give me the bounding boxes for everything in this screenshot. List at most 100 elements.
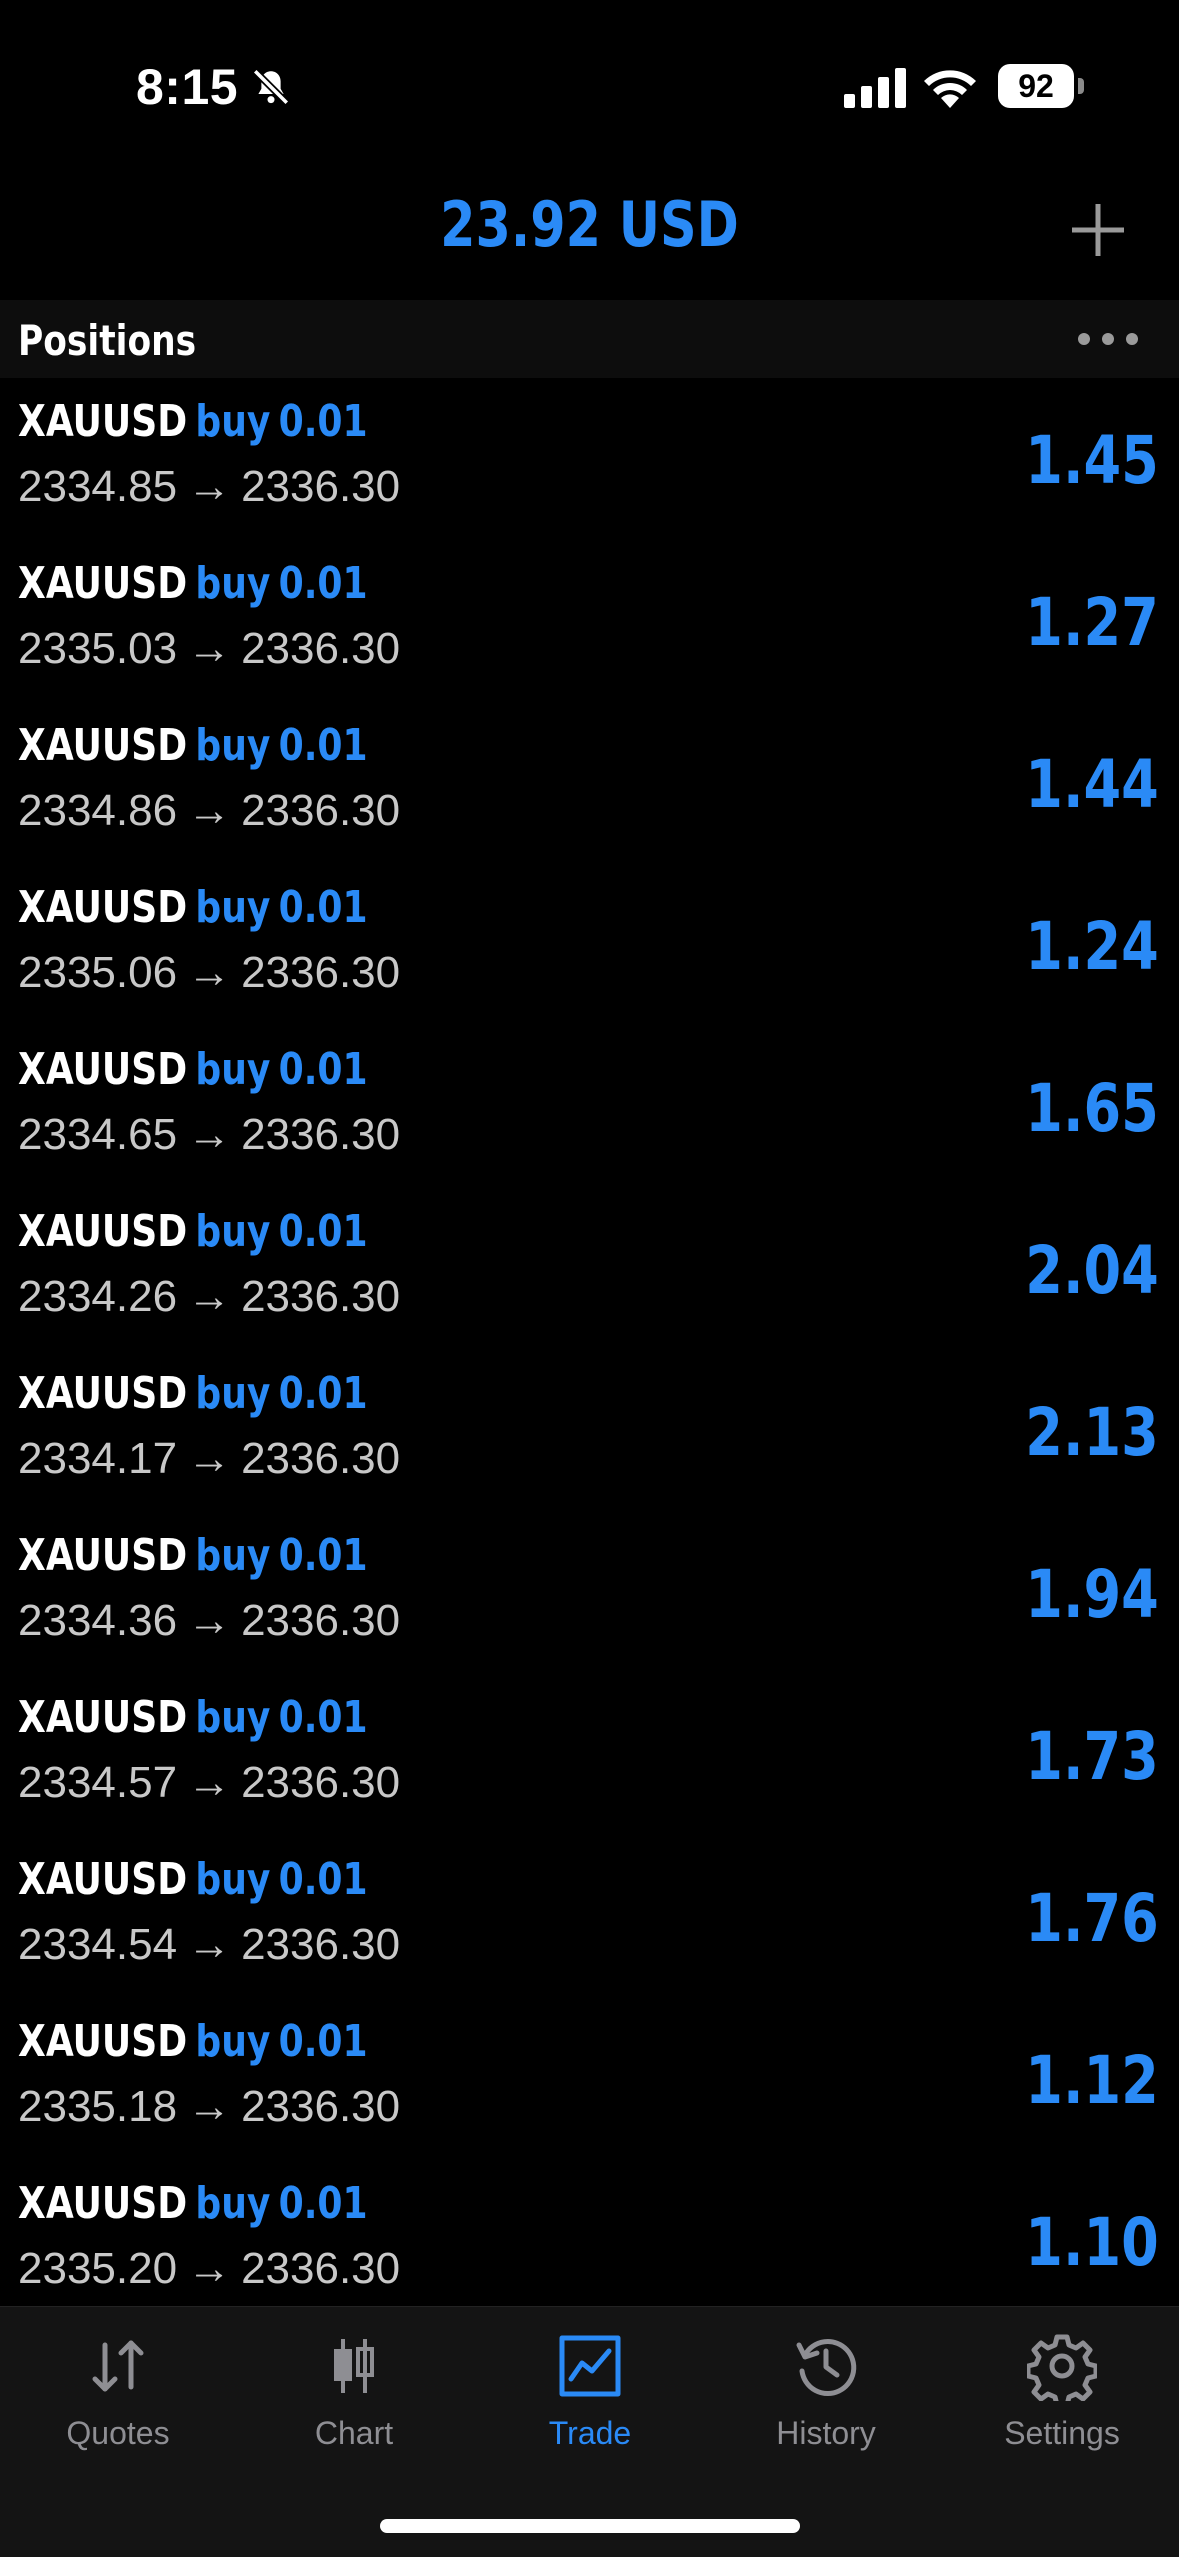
position-side: buy [195,1692,271,1743]
position-current-price: 2336.30 [241,1758,401,1807]
position-summary: XAUUSD buy 0.01 [18,2016,368,2067]
position-side: buy [195,2178,271,2229]
gear-icon [1027,2334,1097,2401]
position-side: buy [195,1530,271,1581]
tab-history[interactable]: History [708,2331,944,2481]
position-current-price: 2336.30 [241,2082,401,2131]
position-prices: 2335.06 → 2336.30 [18,948,400,998]
position-summary: XAUUSD buy 0.01 [18,1530,368,1581]
position-profit: 1.65 [1025,1070,1159,1147]
position-side: buy [195,558,271,609]
position-open-price: 2335.06 [18,948,178,997]
arrow-right-icon: → [187,2082,232,2131]
position-volume: 0.01 [278,1530,368,1581]
home-indicator[interactable] [380,2519,800,2533]
arrow-right-icon: → [187,1110,232,1159]
position-summary: XAUUSD buy 0.01 [18,558,368,609]
tab-trade[interactable]: Trade [472,2331,708,2481]
battery-indicator: 92 [998,64,1088,108]
position-row[interactable]: XAUUSD buy 0.01 2335.06 → 2336.30 1.24 [0,876,1179,1038]
position-open-price: 2334.54 [18,1920,178,1969]
position-volume: 0.01 [278,720,368,771]
position-volume: 0.01 [278,2016,368,2067]
position-profit: 1.73 [1025,1718,1159,1795]
position-symbol: XAUUSD [18,2178,188,2229]
position-row[interactable]: XAUUSD buy 0.01 2334.85 → 2336.30 1.45 [0,390,1179,552]
position-volume: 0.01 [278,1206,368,1257]
position-current-price: 2336.30 [241,948,401,997]
wifi-icon [924,70,976,108]
position-open-price: 2334.17 [18,1434,178,1483]
battery-level: 92 [998,64,1074,108]
position-open-price: 2334.57 [18,1758,178,1807]
position-current-price: 2336.30 [241,1110,401,1159]
position-profit: 1.12 [1025,2042,1159,2119]
position-volume: 0.01 [278,1854,368,1905]
tab-settings[interactable]: Settings [944,2331,1179,2481]
position-current-price: 2336.30 [241,1596,401,1645]
position-symbol: XAUUSD [18,882,188,933]
position-open-price: 2335.20 [18,2244,178,2293]
position-prices: 2334.85 → 2336.30 [18,462,400,512]
position-volume: 0.01 [278,396,368,447]
position-row[interactable]: XAUUSD buy 0.01 2334.54 → 2336.30 1.76 [0,1848,1179,2010]
tab-label: History [776,2415,876,2451]
position-volume: 0.01 [278,1368,368,1419]
position-open-price: 2334.36 [18,1596,178,1645]
position-row[interactable]: XAUUSD buy 0.01 2334.65 → 2336.30 1.65 [0,1038,1179,1200]
position-current-price: 2336.30 [241,2244,401,2293]
arrow-right-icon: → [187,786,232,835]
more-options-icon[interactable] [1076,330,1140,348]
position-row[interactable]: XAUUSD buy 0.01 2334.57 → 2336.30 1.73 [0,1686,1179,1848]
position-row[interactable]: XAUUSD buy 0.01 2334.86 → 2336.30 1.44 [0,714,1179,876]
position-current-price: 2336.30 [241,1434,401,1483]
tab-bar: Quotes Chart Trade History Settings [0,2306,1179,2557]
position-symbol: XAUUSD [18,1206,188,1257]
position-volume: 0.01 [278,558,368,609]
position-profit: 1.24 [1025,908,1159,985]
position-current-price: 2336.30 [241,1920,401,1969]
position-side: buy [195,1368,271,1419]
position-symbol: XAUUSD [18,720,188,771]
position-side: buy [195,720,271,771]
arrow-right-icon: → [187,1272,232,1321]
position-row[interactable]: XAUUSD buy 0.01 2334.26 → 2336.30 2.04 [0,1200,1179,1362]
history-clock-icon [796,2339,857,2397]
position-row[interactable]: XAUUSD buy 0.01 2335.18 → 2336.30 1.12 [0,2010,1179,2172]
new-order-plus-icon[interactable] [1068,200,1128,260]
position-open-price: 2334.65 [18,1110,178,1159]
tab-quotes[interactable]: Quotes [0,2331,236,2481]
position-volume: 0.01 [278,882,368,933]
positions-list: XAUUSD buy 0.01 2334.85 → 2336.30 1.45 XAUUS… [0,390,1179,2334]
position-volume: 0.01 [278,1692,368,1743]
battery-tip [1078,78,1084,94]
tab-label: Chart [314,2415,394,2451]
position-prices: 2334.54 → 2336.30 [18,1920,400,1970]
position-side: buy [195,1044,271,1095]
arrow-right-icon: → [187,1920,232,1969]
tab-label: Quotes [66,2415,170,2451]
position-symbol: XAUUSD [18,558,188,609]
positions-section-header: Positions [0,300,1179,378]
position-symbol: XAUUSD [18,396,188,447]
position-row[interactable]: XAUUSD buy 0.01 2334.17 → 2336.30 2.13 [0,1362,1179,1524]
tab-chart[interactable]: Chart [236,2331,472,2481]
position-profit: 1.44 [1025,746,1159,823]
position-side: buy [195,396,271,447]
position-side: buy [195,1854,271,1905]
account-balance: 23.92 USD [440,188,739,261]
position-row[interactable]: XAUUSD buy 0.01 2335.03 → 2336.30 1.27 [0,552,1179,714]
position-row[interactable]: XAUUSD buy 0.01 2334.36 → 2336.30 1.94 [0,1524,1179,1686]
trade-chart-icon [559,2335,621,2397]
position-prices: 2335.20 → 2336.30 [18,2244,400,2294]
position-prices: 2334.65 → 2336.30 [18,1110,400,1160]
position-symbol: XAUUSD [18,1044,188,1095]
position-prices: 2334.17 → 2336.30 [18,1434,400,1484]
arrow-right-icon: → [187,1758,232,1807]
position-profit: 2.13 [1025,1394,1159,1471]
status-time: 8:15 [136,59,239,115]
position-summary: XAUUSD buy 0.01 [18,1206,368,1257]
position-summary: XAUUSD buy 0.01 [18,882,368,933]
status-bar: 8:15 92 [0,0,1179,170]
position-symbol: XAUUSD [18,1692,188,1743]
